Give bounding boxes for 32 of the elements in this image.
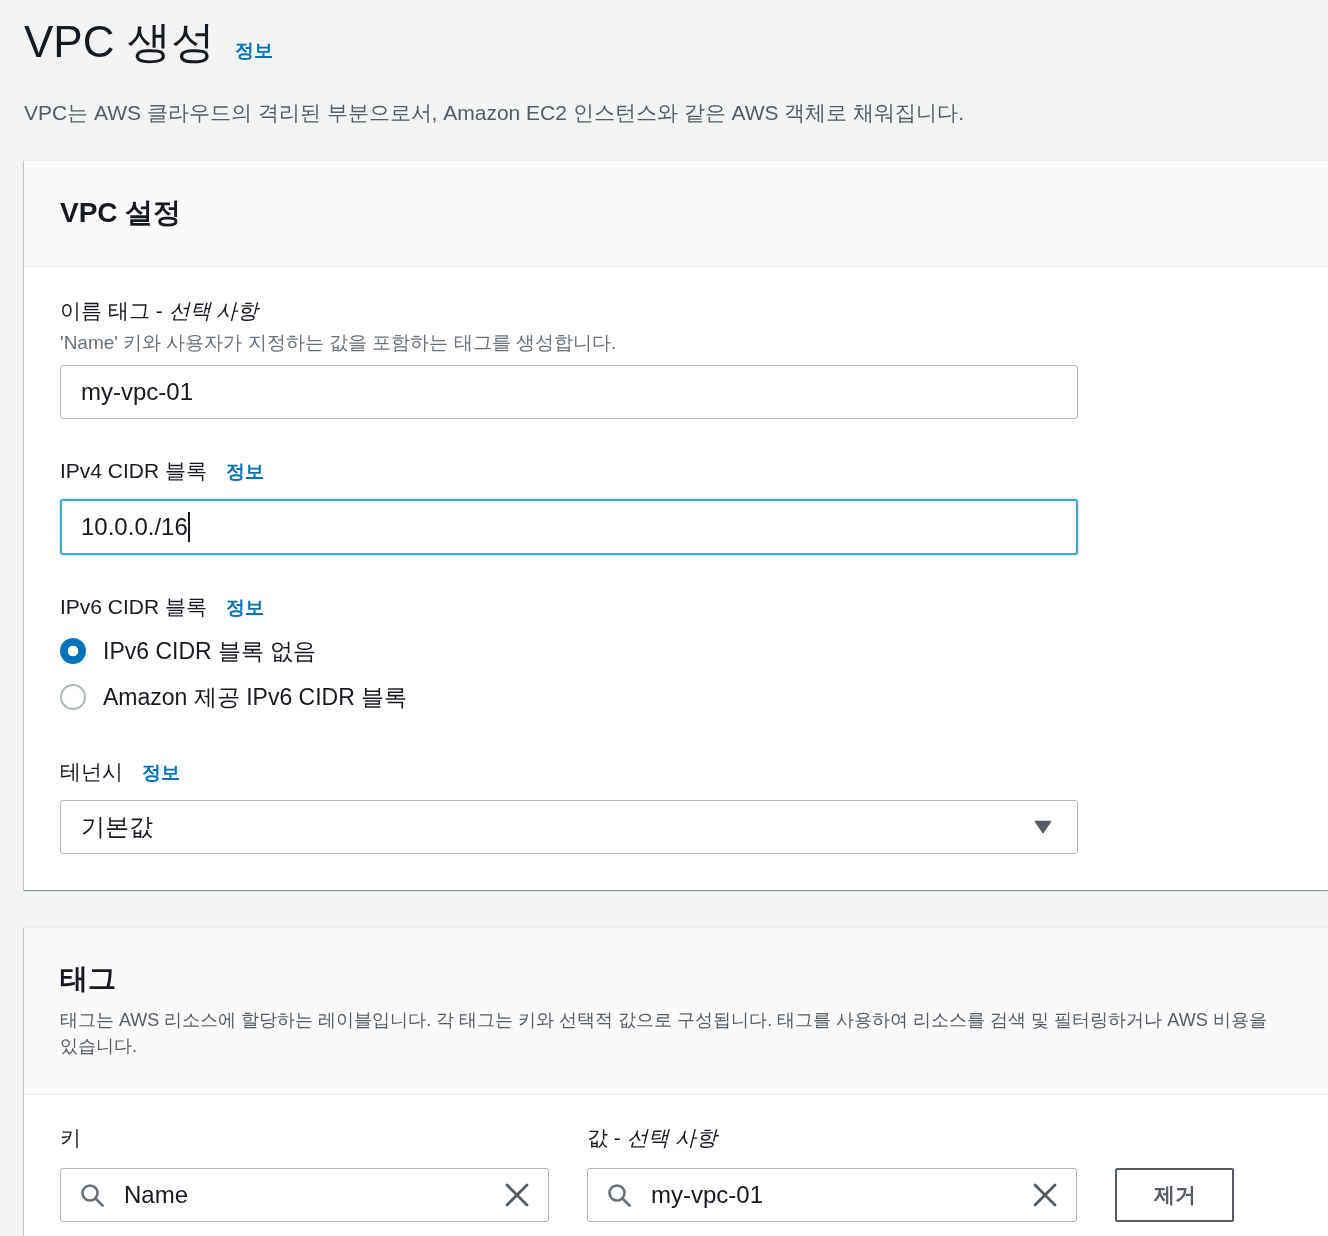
- info-link[interactable]: 정보: [226, 459, 265, 485]
- page-description: VPC는 AWS 클라우드의 격리된 부분으로서, Amazon EC2 인스턴스와 같은 AWS 객체로 채워집니다.: [24, 100, 966, 126]
- panel-title: 태그: [60, 962, 117, 996]
- tag-key-field[interactable]: Name: [60, 1168, 549, 1222]
- page-title: VPC 생성: [24, 16, 215, 68]
- radio-button[interactable]: [60, 638, 86, 664]
- panel-description: 태그는 AWS 리소스에 할당하는 레이블입니다. 각 태그는 키와 선택적 값으로 구성됩니다. 태그를 사용하여 리소스를 검색 및 필터링하거나 AWS 비용을 있습니다.: [60, 1009, 1268, 1058]
- text-input-field[interactable]: 10.0.0./16: [60, 499, 1078, 555]
- radio-option-label[interactable]: Amazon 제공 IPv6 CIDR 블록: [103, 682, 408, 712]
- field-label: 키: [60, 1125, 82, 1151]
- field-label: IPv6 CIDR 블록: [60, 594, 208, 620]
- radio-button[interactable]: [60, 684, 86, 710]
- tag-value-field[interactable]: my-vpc-01: [587, 1168, 1077, 1222]
- close-icon[interactable]: [1033, 1183, 1057, 1207]
- panel-title: VPC 설정: [60, 196, 183, 230]
- field-label: 값 - 선택 사항: [587, 1125, 720, 1151]
- field-label: 테넌시: [60, 759, 123, 785]
- info-link[interactable]: 정보: [234, 38, 273, 64]
- remove-button[interactable]: 제거: [1115, 1168, 1234, 1222]
- text-cursor-icon: [187, 512, 190, 542]
- info-link[interactable]: 정보: [142, 760, 180, 786]
- dropdown-field[interactable]: 기본값: [60, 800, 1078, 854]
- info-link[interactable]: 정보: [226, 595, 265, 621]
- caret-down-icon: [1034, 820, 1052, 834]
- radio-option-label[interactable]: IPv6 CIDR 블록 없음: [103, 636, 317, 666]
- close-icon[interactable]: [505, 1183, 529, 1207]
- search-icon: [80, 1183, 104, 1207]
- field-label: IPv4 CIDR 블록: [60, 458, 208, 484]
- search-icon: [607, 1183, 631, 1207]
- text-input-field[interactable]: my-vpc-01: [60, 365, 1078, 419]
- field-label: 이름 태그 - 선택 사항: [60, 298, 259, 324]
- field-hint: 'Name' 키와 사용자가 지정하는 값을 포함하는 태그를 생성합니다.: [60, 331, 618, 355]
